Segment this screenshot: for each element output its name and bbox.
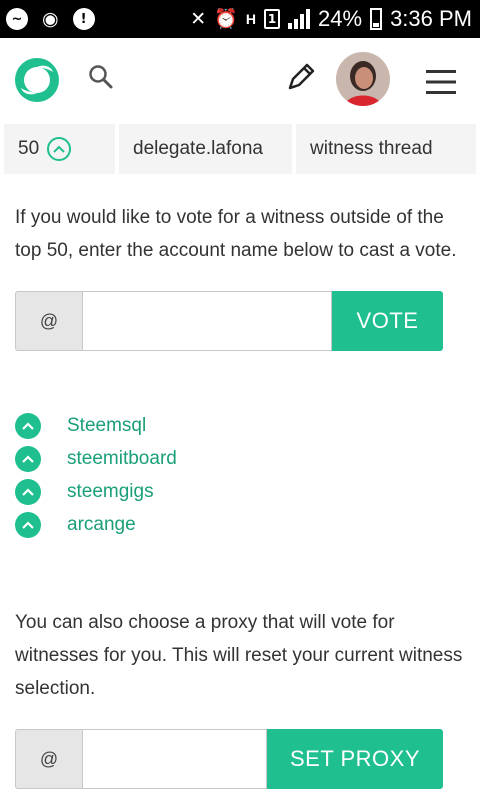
mute-icon: ✕ (190, 8, 207, 30)
voted-witness-item: steemgigs (15, 475, 315, 508)
steemit-logo-icon[interactable] (13, 56, 61, 104)
vote-input-group: @ VOTE (15, 291, 443, 351)
voted-witness-link[interactable]: steemitboard (67, 448, 177, 470)
clock: 3:36 PM (390, 6, 472, 31)
voted-witness-link[interactable]: steemgigs (67, 481, 154, 503)
unvote-witness-icon[interactable] (15, 445, 41, 472)
status-bar-notifications: ~ ◉ ! (6, 6, 95, 32)
voted-witness-item: steemitboard (15, 442, 315, 475)
unvote-witness-icon[interactable] (15, 478, 41, 505)
upvote-witness-icon[interactable] (47, 137, 72, 161)
battery-icon (370, 8, 383, 30)
proxy-instructions: You can also choose a proxy that will vo… (15, 612, 463, 699)
vote-instructions: If you would like to vote for a witness … (15, 207, 457, 261)
proxy-account-input[interactable] (82, 729, 267, 789)
network-h-icon: H (245, 11, 257, 27)
set-proxy-button[interactable]: SET PROXY (267, 729, 443, 789)
sim-icon: 1 (264, 9, 281, 29)
vote-button[interactable]: VOTE (332, 291, 443, 351)
messenger-icon: ~ (6, 8, 28, 30)
search-icon[interactable] (88, 64, 114, 90)
proxy-at-prefix: @ (15, 729, 83, 789)
hamburger-menu-icon[interactable] (424, 68, 458, 96)
unvote-witness-icon[interactable] (15, 511, 41, 538)
voted-witness-link[interactable]: Steemsql (67, 415, 146, 437)
witness-rank: 50 (18, 138, 40, 159)
unvote-witness-icon[interactable] (15, 412, 41, 439)
pencil-icon[interactable] (284, 60, 318, 94)
warning-icon: ! (72, 8, 95, 30)
witness-name-cell: delegate.lafona (119, 124, 292, 174)
witness-table-row: 50 delegate.lafona witness thread (0, 124, 480, 174)
voted-witness-item: Steemsql (15, 409, 315, 442)
witness-thread-cell: witness thread (296, 124, 476, 174)
witness-rank-cell: 50 (4, 124, 115, 174)
app-header (0, 38, 480, 124)
vote-at-prefix: @ (15, 291, 83, 351)
witness-account-input[interactable] (82, 291, 332, 351)
witness-thread-link[interactable]: witness thread (310, 138, 433, 160)
user-avatar[interactable] (336, 52, 390, 106)
voted-witness-item: arcange (15, 508, 315, 541)
status-bar-system: ✕ ⏰ H 1 24% 3:36 PM (190, 6, 472, 32)
game-controller-icon: ◉ (42, 8, 59, 30)
voted-witness-list: Steemsql steemitboard steemgigs arcange (15, 409, 315, 541)
signal-icon (288, 9, 311, 29)
battery-percent: 24% (318, 6, 363, 31)
proxy-input-group: @ SET PROXY (15, 729, 443, 789)
alarm-icon: ⏰ (214, 8, 238, 30)
status-bar: ~ ◉ ! ✕ ⏰ H 1 24% 3:36 PM (0, 0, 480, 38)
voted-witness-link[interactable]: arcange (67, 514, 136, 536)
witness-name: delegate.lafona (133, 138, 263, 159)
